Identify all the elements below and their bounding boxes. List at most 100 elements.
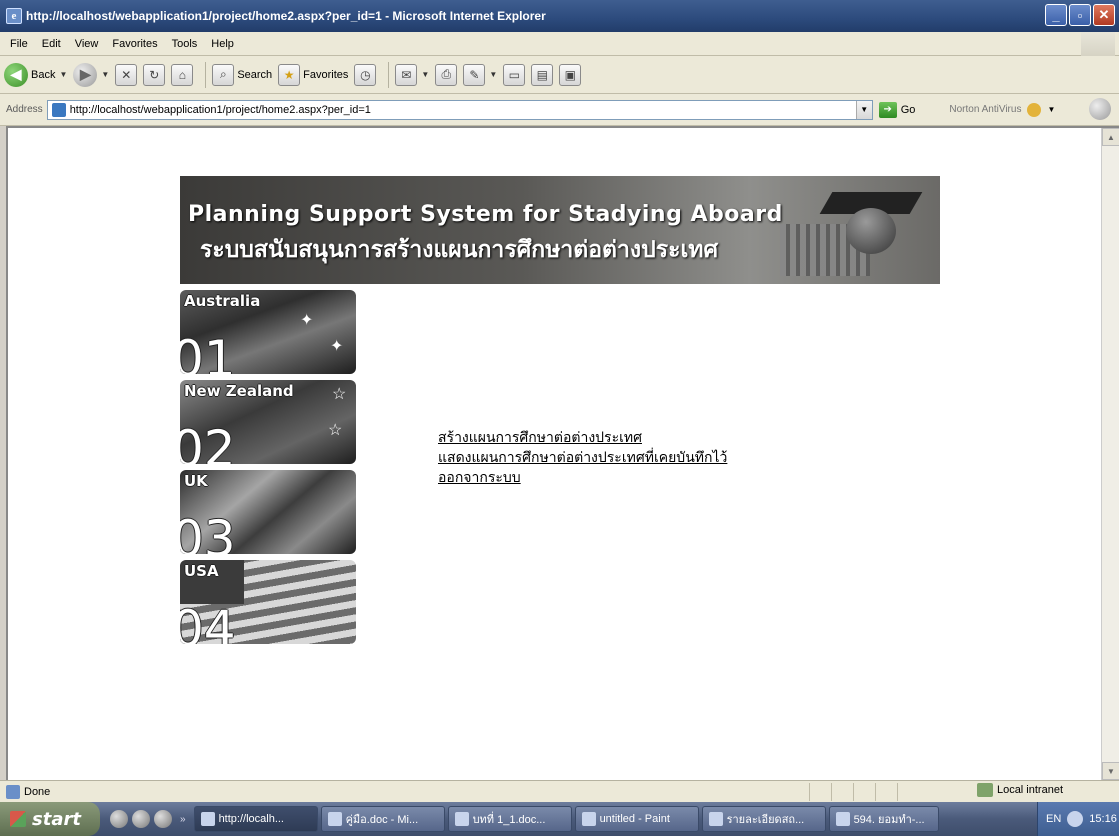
- norton-icon[interactable]: [1027, 102, 1042, 117]
- header-banner: Planning Support System for Stadying Abo…: [180, 176, 940, 284]
- menu-bar: File Edit View Favorites Tools Help: [0, 32, 1119, 56]
- edit-button[interactable]: ✎ ▼: [463, 63, 497, 86]
- task-button[interactable]: บทที่ 1_1.doc...: [447, 806, 572, 832]
- task-button[interactable]: http://localh...: [193, 806, 318, 832]
- task-icon: [708, 812, 723, 826]
- address-input[interactable]: http://localhost/webapplication1/project…: [46, 99, 873, 120]
- clock: 15:16: [1089, 813, 1117, 825]
- menu-tools[interactable]: Tools: [166, 38, 206, 50]
- windows-logo-icon: [1081, 32, 1115, 56]
- search-label: Search: [237, 68, 273, 81]
- status-cells: [809, 783, 919, 801]
- favorites-label: Favorites: [303, 68, 349, 81]
- country-number: 02: [180, 420, 236, 464]
- quicklaunch-icon[interactable]: [110, 810, 128, 828]
- norton-dropdown-icon[interactable]: ▼: [1047, 105, 1055, 114]
- edit-icon: ✎: [463, 63, 486, 86]
- print-button[interactable]: ⎙: [435, 63, 458, 86]
- maximize-button[interactable]: ▫: [1069, 4, 1091, 26]
- task-button[interactable]: untitled - Paint: [574, 806, 699, 832]
- cap-head: [846, 208, 896, 254]
- task-button[interactable]: 594. ยอมทำ-...: [828, 806, 939, 832]
- mail-icon: ✉: [395, 63, 418, 86]
- go-arrow-icon: ➔: [878, 101, 897, 118]
- start-button[interactable]: start: [0, 802, 100, 836]
- task-label: untitled - Paint: [599, 813, 670, 825]
- research-button[interactable]: ▤: [531, 63, 554, 86]
- task-button[interactable]: รายละเอียดสถ...: [701, 806, 826, 832]
- status-bar: Done Local intranet: [0, 780, 1119, 802]
- back-button[interactable]: ◀ Back ▼: [4, 62, 67, 87]
- go-button[interactable]: ➔ Go: [878, 101, 915, 118]
- scroll-up-icon[interactable]: ▲: [1102, 128, 1119, 146]
- menu-favorites[interactable]: Favorites: [106, 38, 165, 50]
- status-text: Done: [24, 785, 51, 798]
- address-bar: Address http://localhost/webapplication1…: [0, 94, 1119, 126]
- country-new-zealand-button[interactable]: ☆ ☆ New Zealand 02: [180, 380, 356, 464]
- menu-help[interactable]: Help: [205, 38, 242, 50]
- task-icon: [581, 812, 596, 826]
- forward-dropdown-icon[interactable]: ▼: [101, 70, 109, 79]
- research-icon: ▤: [531, 63, 554, 86]
- task-label: http://localh...: [218, 813, 284, 825]
- star-icon: ☆: [332, 386, 347, 403]
- history-button[interactable]: ◷: [354, 63, 377, 86]
- country-number: 01: [180, 330, 236, 374]
- task-icon: [835, 812, 850, 826]
- task-list: http://localh... คู่มือ.doc - Mi... บทที…: [193, 806, 939, 832]
- quicklaunch-icon[interactable]: [132, 810, 150, 828]
- home-icon: ⌂: [171, 63, 194, 86]
- close-button[interactable]: ✕: [1093, 4, 1115, 26]
- favorites-button[interactable]: ★ Favorites: [278, 63, 349, 86]
- quicklaunch-icon[interactable]: [154, 810, 172, 828]
- scroll-down-icon[interactable]: ▼: [1102, 762, 1119, 780]
- window-title: http://localhost/webapplication1/project…: [26, 9, 546, 23]
- menu-edit[interactable]: Edit: [36, 38, 69, 50]
- address-url: http://localhost/webapplication1/project…: [69, 103, 371, 116]
- title-bar[interactable]: e http://localhost/webapplication1/proje…: [0, 0, 1119, 32]
- discuss-button[interactable]: ▭: [503, 63, 526, 86]
- task-label: คู่มือ.doc - Mi...: [345, 814, 419, 826]
- history-icon: ◷: [354, 63, 377, 86]
- back-dropdown-icon[interactable]: ▼: [59, 70, 67, 79]
- country-number: 04: [180, 600, 236, 644]
- home-button[interactable]: ⌂: [171, 63, 194, 86]
- back-arrow-icon: ◀: [4, 62, 28, 87]
- help-icon[interactable]: [1089, 98, 1111, 120]
- page-viewport: ▲ ▼ Planning Support System for Stadying…: [6, 126, 1119, 780]
- task-label: บทที่ 1_1.doc...: [472, 814, 546, 826]
- country-uk-button[interactable]: UK 03: [180, 470, 356, 554]
- address-dropdown-icon[interactable]: ▼: [855, 100, 872, 119]
- search-icon: ⌕: [212, 63, 235, 86]
- tray-arrow-icon[interactable]: [1067, 811, 1084, 827]
- mail-dropdown-icon[interactable]: ▼: [421, 70, 429, 79]
- refresh-button[interactable]: ↻: [143, 63, 166, 86]
- search-button[interactable]: ⌕ Search: [212, 63, 273, 86]
- print-icon: ⎙: [435, 63, 458, 86]
- menu-file[interactable]: File: [4, 38, 36, 50]
- task-button[interactable]: คู่มือ.doc - Mi...: [320, 806, 445, 832]
- show-saved-plans-link[interactable]: แสดงแผนการศึกษาต่อต่างประเทศที่เคยบันทึก…: [438, 448, 727, 468]
- vertical-scrollbar[interactable]: ▲ ▼: [1101, 128, 1119, 780]
- country-number: 03: [180, 510, 236, 554]
- task-label: รายละเอียดสถ...: [726, 814, 805, 826]
- edit-dropdown-icon[interactable]: ▼: [489, 70, 497, 79]
- task-icon: [454, 812, 469, 826]
- create-plan-link[interactable]: สร้างแผนการศึกษาต่อต่างประเทศ: [438, 428, 727, 448]
- mail-button[interactable]: ✉ ▼: [395, 63, 429, 86]
- menu-view[interactable]: View: [69, 38, 107, 50]
- country-usa-button[interactable]: USA 04: [180, 560, 356, 644]
- logout-link[interactable]: ออกจากระบบ: [438, 468, 727, 488]
- country-australia-button[interactable]: ✦ ✦ Australia 01: [180, 290, 356, 374]
- messenger-button[interactable]: ▣: [559, 63, 582, 86]
- forward-button[interactable]: ▶ ▼: [73, 62, 109, 87]
- stop-button[interactable]: ✕: [115, 63, 138, 86]
- favorites-star-icon: ★: [278, 63, 301, 86]
- messenger-icon: ▣: [559, 63, 582, 86]
- star-icon: ✦: [330, 338, 344, 355]
- taskbar: start » http://localh... คู่มือ.doc - Mi…: [0, 802, 1119, 836]
- minimize-button[interactable]: _: [1045, 4, 1067, 26]
- language-indicator[interactable]: EN: [1046, 813, 1061, 825]
- system-tray: EN 15:16: [1037, 802, 1119, 836]
- quicklaunch-more-icon[interactable]: »: [180, 814, 186, 825]
